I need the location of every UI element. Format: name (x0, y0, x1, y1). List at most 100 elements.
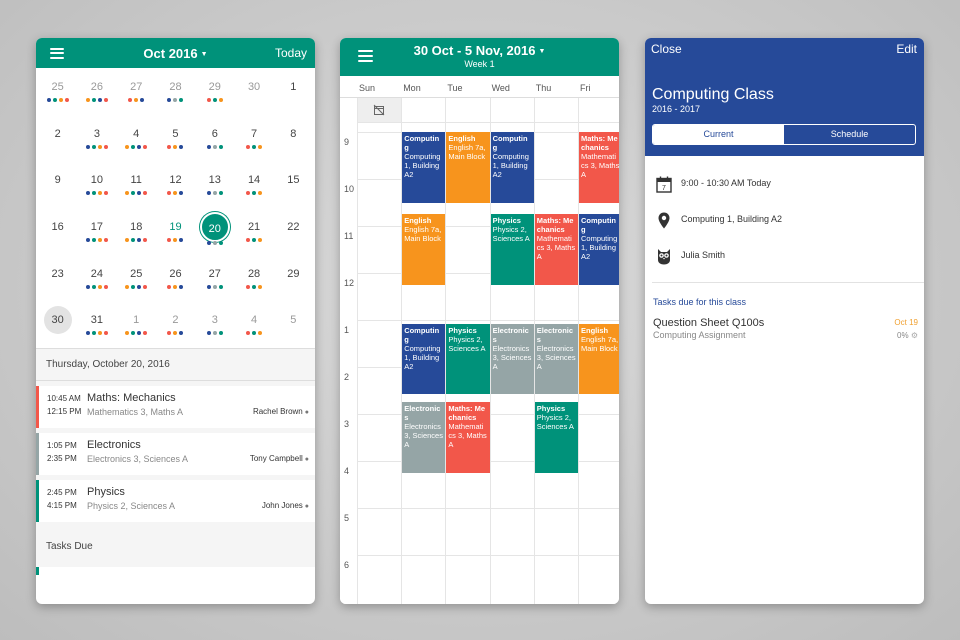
class-block[interactable]: English English 7a, Main Block (579, 323, 619, 395)
calendar-day[interactable]: 29 (195, 68, 234, 109)
close-button[interactable]: Close (651, 42, 682, 56)
class-block[interactable]: Maths: Me chanics Mathemati cs 3, Maths A (579, 132, 619, 203)
calendar-day[interactable]: 11 (117, 161, 156, 202)
event-start-time: 2:45 PM (47, 488, 77, 497)
event-dots (246, 284, 263, 289)
event-dot (167, 98, 172, 102)
task-title: Question Sheet Q100s (653, 317, 765, 329)
calendar-day[interactable]: 29 (274, 255, 313, 296)
calendar-day[interactable]: 2 (38, 115, 77, 156)
calendar-day[interactable]: 16 (38, 208, 77, 249)
calendar-day[interactable]: 4 (234, 301, 273, 342)
class-block[interactable]: Maths: Me chanics Mathemati cs 3, Maths A (534, 214, 578, 285)
calendar-day[interactable]: 13 (195, 161, 234, 202)
segment-schedule[interactable]: Schedule (784, 125, 915, 144)
event-dot (179, 237, 184, 242)
event-dots (125, 331, 148, 336)
calendar-day[interactable]: 25 (38, 68, 77, 109)
calendar-day-number: 9 (54, 174, 61, 187)
day-agenda: Thursday, October 20, 2016 10:45 AM 12:15… (36, 348, 315, 575)
class-time: 9:00 - 10:30 AM Today (681, 178, 771, 188)
event-dots (46, 98, 69, 102)
calendar-day-number: 26 (169, 267, 182, 280)
week-title[interactable]: 30 Oct - 5 Nov, 2016 ▼ (340, 43, 619, 58)
calendar-day[interactable]: 7 (234, 115, 273, 156)
calendar-day[interactable]: 27 (195, 255, 234, 296)
calendar-day-number: 2 (172, 314, 179, 327)
calendar-day-number: 30 (43, 306, 72, 335)
class-block[interactable]: Physics Physics 2, Sciences A (490, 214, 534, 285)
class-block[interactable]: Physics Physics 2, Sciences A (534, 402, 578, 473)
event-dots (167, 331, 184, 336)
class-block-title: Electronic s (536, 325, 574, 344)
calendar-day[interactable]: 21 (234, 208, 273, 249)
calendar-day[interactable]: 1 (274, 68, 313, 109)
calendar-day[interactable]: 25 (117, 255, 156, 296)
calendar-day[interactable]: 5 (156, 115, 195, 156)
calendar-day[interactable]: 17 (77, 208, 116, 249)
class-block[interactable]: Computin g Computing 1, Building A2 (579, 214, 619, 285)
class-block[interactable]: English English 7a, Main Block (446, 132, 490, 203)
month-title[interactable]: Oct 2016 ▼ (36, 46, 315, 61)
class-block[interactable]: Electronic s Electronics 3, Sciences A (490, 323, 534, 395)
calendar-day[interactable]: 30 (38, 301, 77, 342)
agenda-event[interactable]: 10:45 AM 12:15 PM Maths: Mechanics Mathemat… (36, 386, 315, 428)
calendar-day[interactable]: 6 (195, 115, 234, 156)
calendar-day[interactable]: 1 (117, 301, 156, 342)
class-block[interactable]: Physics Physics 2, Sciences A (446, 323, 490, 395)
agenda-event[interactable]: 2:45 PM 4:15 PM Physics Physics 2, Sciences… (36, 480, 315, 522)
calendar-day[interactable]: 26 (156, 255, 195, 296)
calendar-day[interactable]: 28 (234, 255, 273, 296)
all-day-slot[interactable] (357, 98, 401, 122)
calendar-day[interactable]: 15 (274, 161, 313, 202)
today-button[interactable]: Today (275, 46, 307, 60)
event-dots (206, 331, 223, 336)
event-dot (167, 284, 172, 289)
event-dot (218, 98, 223, 102)
calendar-day[interactable]: 14 (234, 161, 273, 202)
calendar-day[interactable]: 26 (77, 68, 116, 109)
calendar-day[interactable]: 3 (195, 301, 234, 342)
calendar-day[interactable]: 23 (38, 255, 77, 296)
class-block[interactable]: English English 7a, Main Block (402, 214, 446, 285)
class-block[interactable]: Computin g Computing 1, Building A2 (490, 132, 534, 203)
calendar-day[interactable]: 18 (117, 208, 156, 249)
calendar-day[interactable]: 22 (274, 208, 313, 249)
class-block[interactable]: Maths: Me chanics Mathemati cs 3, Maths A (446, 402, 490, 473)
calendar-day[interactable]: 30 (234, 68, 273, 109)
event-location: Physics 2, Sciences A (87, 501, 176, 511)
event-dot (218, 284, 223, 289)
edit-button[interactable]: Edit (896, 42, 917, 56)
calendar-day[interactable]: 5 (274, 301, 313, 342)
calendar-day[interactable]: 19 (156, 208, 195, 249)
calendar-day[interactable]: 10 (77, 161, 116, 202)
calendar-day[interactable]: 4 (117, 115, 156, 156)
calendar-day-number: 19 (169, 220, 182, 233)
class-block[interactable]: Electronic s Electronics 3, Sciences A (534, 323, 578, 395)
calendar-day[interactable]: 20 (195, 208, 234, 249)
event-dot (258, 191, 263, 196)
agenda-event[interactable]: 1:05 PM 2:35 PM Electronics Electronics 3, … (36, 433, 315, 475)
class-teacher: Julia Smith (681, 250, 726, 260)
event-dots (125, 284, 148, 289)
class-block[interactable]: Computin g Computing 1, Building A2 (402, 132, 446, 203)
calendar-day[interactable]: 8 (274, 115, 313, 156)
calendar-day[interactable]: 28 (156, 68, 195, 109)
class-block[interactable]: Electronic s Electronics 3, Sciences A (402, 402, 446, 473)
timetable-grid: Sun Mon Tue Wed Thu Fri 9 10 11 12 1 2 3 4 5 6 Computin… (340, 76, 619, 604)
event-dot (103, 191, 108, 196)
calendar-day[interactable]: 12 (156, 161, 195, 202)
calendar-day[interactable]: 9 (38, 161, 77, 202)
menu-icon[interactable] (50, 47, 64, 59)
calendar-day[interactable]: 2 (156, 301, 195, 342)
task-item[interactable]: Question Sheet Q100s Computing Assignmen… (645, 317, 924, 347)
class-block[interactable]: Computin g Computing 1, Building A2 (402, 323, 446, 395)
calendar-day-number: 24 (90, 267, 104, 280)
calendar-day[interactable]: 31 (77, 301, 116, 342)
event-dot (179, 331, 184, 336)
calendar-day[interactable]: 27 (117, 68, 156, 109)
calendar-day[interactable]: 3 (77, 115, 116, 156)
calendar-day[interactable]: 24 (77, 255, 116, 296)
segment-current[interactable]: Current (653, 125, 784, 144)
tasks-due-item[interactable] (36, 567, 315, 575)
